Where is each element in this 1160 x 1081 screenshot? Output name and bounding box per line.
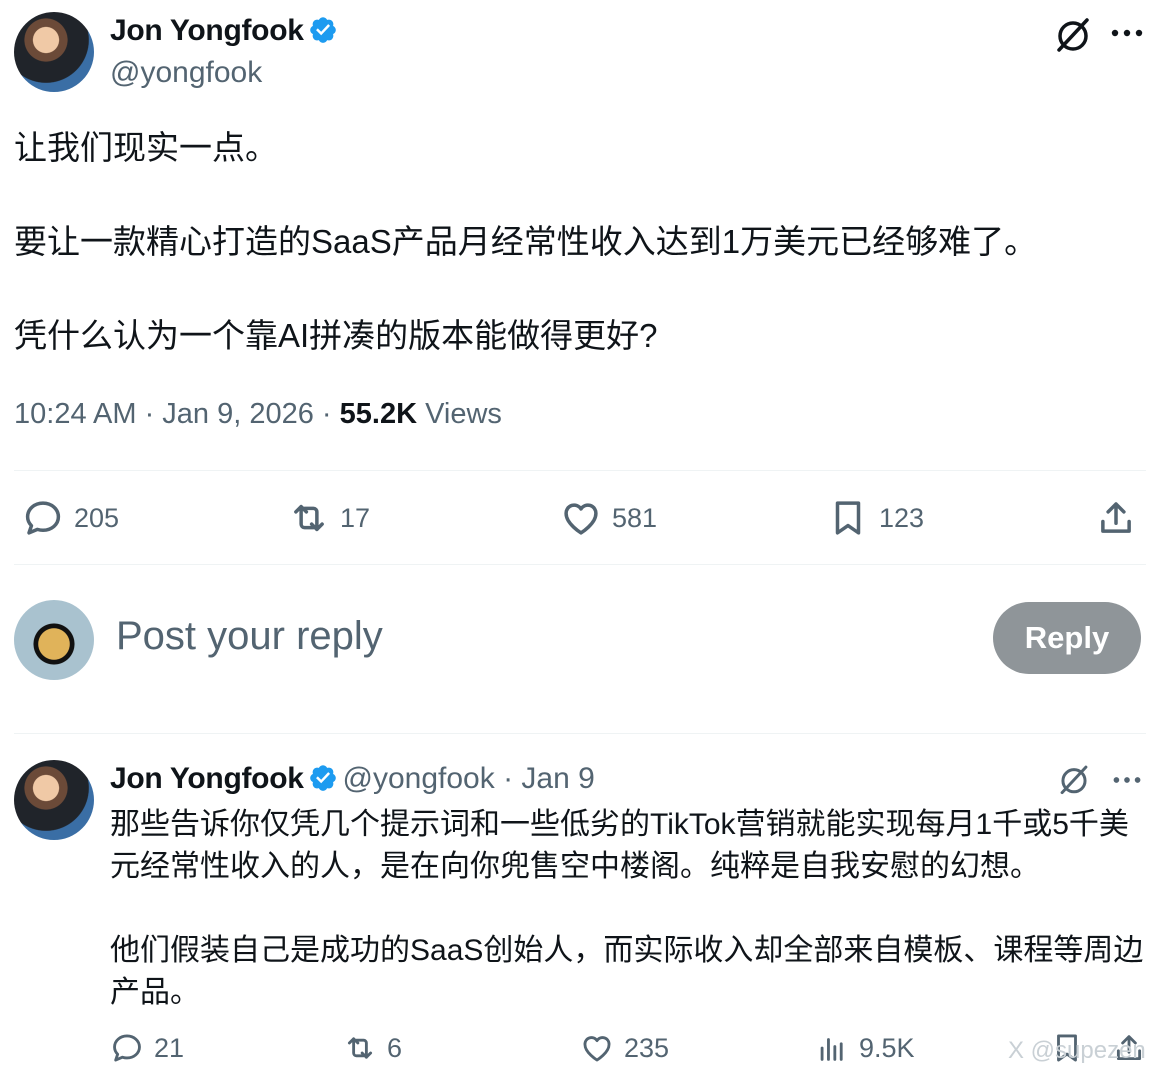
reply-header: Jon Yongfook @yongfook · Jan 9 xyxy=(110,762,595,796)
comment-icon xyxy=(25,501,61,535)
reply-author-avatar[interactable] xyxy=(14,760,94,840)
like-count: 581 xyxy=(612,502,658,533)
reply-reply-count: 21 xyxy=(154,1032,185,1063)
reply-repost-count: 6 xyxy=(387,1032,403,1063)
tweet-text: 让我们现实一点。 要让一款精心打造的SaaS产品月经常性收入达到1万美元已经够难… xyxy=(14,129,1038,354)
reply-input[interactable]: Post your reply xyxy=(116,614,383,659)
repost-icon xyxy=(294,504,324,532)
reply-reply-action[interactable]: 21 xyxy=(110,1031,184,1065)
watermark: X @supezen xyxy=(1008,1037,1146,1064)
verified-badge-icon xyxy=(310,17,336,43)
share-action[interactable] xyxy=(1095,497,1137,539)
verified-badge-icon xyxy=(310,765,336,791)
author-avatar[interactable] xyxy=(14,12,94,92)
divider xyxy=(14,733,1146,734)
reply-action[interactable]: 205 xyxy=(22,497,119,539)
repost-action[interactable]: 17 xyxy=(288,497,370,539)
more-icon[interactable] xyxy=(1112,775,1142,785)
comment-icon xyxy=(113,1034,141,1062)
views-count: 55.2K xyxy=(339,398,418,430)
grok-icon[interactable] xyxy=(1053,14,1093,54)
author-name-row: Jon Yongfook xyxy=(110,14,338,48)
share-icon xyxy=(1101,502,1131,533)
repost-icon xyxy=(347,1037,373,1059)
reply-count: 205 xyxy=(74,502,120,533)
reply-repost-action[interactable]: 6 xyxy=(343,1031,402,1065)
reply-views-count: 9.5K xyxy=(859,1032,915,1063)
divider xyxy=(14,564,1146,565)
reply-like-count: 235 xyxy=(624,1032,670,1063)
reply-text: 那些告诉你仅凭几个提示词和一些低劣的TikTok营销就能实现每月1千或5千美元经… xyxy=(110,808,1144,1009)
current-user-avatar[interactable] xyxy=(14,600,94,680)
reply-button[interactable]: Reply xyxy=(993,602,1141,674)
heart-icon xyxy=(583,1036,611,1062)
heart-icon xyxy=(564,503,598,535)
bookmark-icon xyxy=(835,501,861,535)
reply-views-action[interactable]: 9.5K xyxy=(815,1031,915,1065)
reply-author-name[interactable]: Jon Yongfook xyxy=(110,762,304,795)
analytics-icon xyxy=(820,1038,843,1061)
repost-count: 17 xyxy=(340,502,371,533)
divider xyxy=(14,470,1146,471)
reply-author-handle[interactable]: @yongfook xyxy=(343,762,495,795)
bookmark-count: 123 xyxy=(879,502,925,533)
bookmark-action[interactable]: 123 xyxy=(827,497,924,539)
author-name[interactable]: Jon Yongfook xyxy=(110,14,304,47)
reply-date[interactable]: · Jan 9 xyxy=(495,762,595,795)
reply-like-action[interactable]: 235 xyxy=(580,1031,669,1065)
more-icon[interactable] xyxy=(1110,28,1144,38)
tweet-meta: 10:24 AM · Jan 9, 2026 · 55.2K Views xyxy=(14,398,502,431)
tweet-timestamp[interactable]: 10:24 AM · Jan 9, 2026 · xyxy=(14,398,340,430)
author-handle[interactable]: @yongfook xyxy=(110,56,262,90)
views-label: Views xyxy=(417,398,502,430)
grok-icon[interactable] xyxy=(1057,762,1091,796)
like-action[interactable]: 581 xyxy=(560,497,657,539)
